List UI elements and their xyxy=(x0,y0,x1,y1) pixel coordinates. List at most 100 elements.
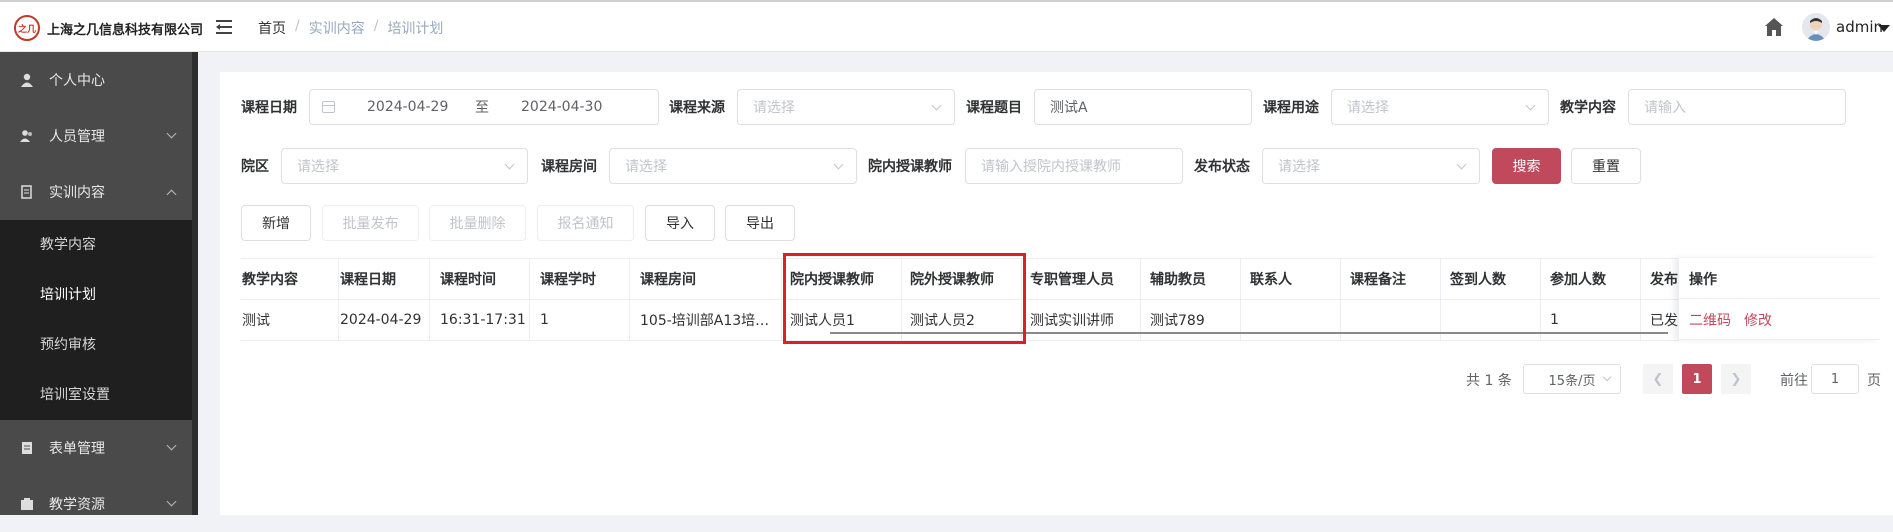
table-header-divider xyxy=(1679,298,1880,299)
chevron-left-icon: ❮ xyxy=(1652,371,1664,387)
sidebar-item-label: 实训内容 xyxy=(49,185,105,201)
chevron-down-icon xyxy=(166,496,177,507)
course-title-input[interactable]: 测试A xyxy=(1034,89,1252,125)
book-icon xyxy=(21,185,32,199)
campus-placeholder: 请选择 xyxy=(297,159,339,175)
export-button[interactable]: 导出 xyxy=(725,205,795,241)
col-divider xyxy=(1340,259,1341,341)
signup-notice-button[interactable]: 报名通知 xyxy=(537,205,634,241)
table-cell xyxy=(1449,300,1539,340)
sidebar-item-training-content[interactable]: 实训内容 xyxy=(0,164,192,220)
goto-page-input[interactable]: 1 xyxy=(1811,364,1859,394)
batch-publish-button[interactable]: 批量发布 xyxy=(322,205,419,241)
form-icon xyxy=(22,442,32,454)
edit-link[interactable]: 修改 xyxy=(1744,310,1772,330)
user-icon xyxy=(21,73,33,87)
menu-toggle-icon[interactable] xyxy=(214,16,236,38)
campus-select[interactable]: 请选择 xyxy=(281,148,528,184)
prev-page-button[interactable]: ❮ xyxy=(1643,364,1673,394)
sidebar-subitem-room-settings[interactable]: 培训室设置 xyxy=(40,384,110,404)
table-cell xyxy=(1349,300,1439,340)
username[interactable]: admin xyxy=(1836,18,1883,36)
teaching-content-placeholder: 请输入 xyxy=(1644,100,1686,116)
col-header-contact: 联系人 xyxy=(1249,259,1339,299)
col-divider xyxy=(429,259,430,341)
breadcrumb-separator: / xyxy=(295,18,300,34)
page-size-value: 15条/页 xyxy=(1548,373,1596,389)
teaching-content-label: 教学内容 xyxy=(1560,100,1616,116)
col-header-teaching-content: 教学内容 xyxy=(241,259,337,299)
sidebar-subitem-booking-review[interactable]: 预约审核 xyxy=(40,334,96,354)
breadcrumb-training-plan: 培训计划 xyxy=(387,21,444,37)
col-divider xyxy=(338,259,339,341)
top-bar: 之几 上海之几信息科技有限公司 首页 / 实训内容 / 培训计划 admin xyxy=(0,0,1893,52)
table-cell xyxy=(1249,300,1339,340)
chevron-down-icon xyxy=(166,128,177,139)
date-separator: 至 xyxy=(475,100,489,116)
import-button[interactable]: 导入 xyxy=(645,205,715,241)
table-cell: 1 xyxy=(1550,312,1559,328)
avatar[interactable] xyxy=(1802,13,1830,41)
col-divider xyxy=(1440,259,1441,341)
page-1-button[interactable]: 1 xyxy=(1682,364,1712,394)
sidebar-item-label: 表单管理 xyxy=(49,441,105,457)
col-header-attend-count: 参加人数 xyxy=(1549,259,1639,299)
next-page-button[interactable]: ❯ xyxy=(1721,364,1751,394)
sidebar-item-personal-center[interactable]: 个人中心 xyxy=(0,52,192,108)
sidebar-subitem-teaching-content[interactable]: 教学内容 xyxy=(40,234,96,254)
inner-teacher-label: 院内授课教师 xyxy=(868,159,952,175)
batch-delete-button[interactable]: 批量删除 xyxy=(429,205,526,241)
course-title-label: 课程题目 xyxy=(966,100,1022,116)
add-button[interactable]: 新增 xyxy=(241,205,311,241)
sidebar-subitem-training-plan[interactable]: 培训计划 xyxy=(40,284,96,304)
breadcrumb-separator: / xyxy=(373,18,379,34)
chevron-down-icon xyxy=(1525,100,1536,111)
chevron-right-icon: ❯ xyxy=(1730,371,1742,387)
breadcrumb-home[interactable]: 首页 xyxy=(258,18,286,38)
course-source-placeholder: 请选择 xyxy=(753,100,795,116)
inner-teacher-input[interactable]: 请输入授院内授课教师 xyxy=(965,148,1183,184)
page-size-select[interactable]: 15条/页 xyxy=(1523,364,1621,394)
col-header-operation: 操作 xyxy=(1689,272,1717,288)
training-plan-table: 教学内容 课程日期 课程时间 课程学时 课程房间 院内授课教师 院外授课教师 专… xyxy=(241,258,1879,341)
search-button[interactable]: 搜索 xyxy=(1492,148,1561,184)
room-placeholder: 请选择 xyxy=(625,159,667,175)
col-header-remark: 课程备注 xyxy=(1349,259,1439,299)
table-cell: 1 xyxy=(540,312,549,328)
sidebar-item-teaching-resources[interactable]: 教学资源 xyxy=(0,476,192,532)
course-use-select[interactable]: 请选择 xyxy=(1331,89,1549,125)
sidebar: 个人中心 人员管理 实训内容 教学内容 培训计划 预约审核 培训室设置 表单管理… xyxy=(0,52,198,515)
course-date-range[interactable]: 2024-04-29 至 2024-04-30 xyxy=(309,89,659,125)
col-header-course-room: 课程房间 xyxy=(639,259,779,299)
caret-down-icon[interactable] xyxy=(1878,25,1890,32)
company-logo[interactable]: 之几 上海之几信息科技有限公司 xyxy=(14,15,203,41)
calendar-icon xyxy=(322,101,335,113)
chevron-down-icon xyxy=(1602,372,1612,382)
course-source-select[interactable]: 请选择 xyxy=(737,89,955,125)
publish-status-select[interactable]: 请选择 xyxy=(1262,148,1480,184)
logo-mark-icon: 之几 xyxy=(14,15,40,41)
col-divider xyxy=(529,259,530,341)
date-end: 2024-04-30 xyxy=(521,99,603,115)
home-icon[interactable] xyxy=(1763,16,1785,38)
sidebar-item-form-management[interactable]: 表单管理 xyxy=(0,420,192,476)
sidebar-item-personnel[interactable]: 人员管理 xyxy=(0,108,192,164)
breadcrumb-training-content[interactable]: 实训内容 xyxy=(309,18,365,38)
table-cell: 测试 xyxy=(242,313,270,329)
col-header-signin-count: 签到人数 xyxy=(1449,259,1539,299)
col-divider xyxy=(1140,259,1141,341)
course-use-placeholder: 请选择 xyxy=(1347,100,1389,116)
table-cell: 105-培训部A13培… xyxy=(640,313,770,329)
col-divider xyxy=(1240,259,1241,341)
col-header-manager: 专职管理人员 xyxy=(1029,259,1139,299)
breadcrumb: 首页 / 实训内容 / 培训计划 xyxy=(258,18,443,38)
sidebar-item-label: 教学资源 xyxy=(49,497,105,513)
reset-button[interactable]: 重置 xyxy=(1571,148,1641,184)
qrcode-link[interactable]: 二维码 xyxy=(1689,310,1731,330)
sidebar-scrollbar[interactable] xyxy=(192,52,198,515)
publish-status-label: 发布状态 xyxy=(1194,159,1250,175)
teaching-content-input[interactable]: 请输入 xyxy=(1628,89,1846,125)
col-divider xyxy=(629,259,630,341)
room-select[interactable]: 请选择 xyxy=(609,148,857,184)
col-header-publish: 发布 xyxy=(1649,259,1679,299)
